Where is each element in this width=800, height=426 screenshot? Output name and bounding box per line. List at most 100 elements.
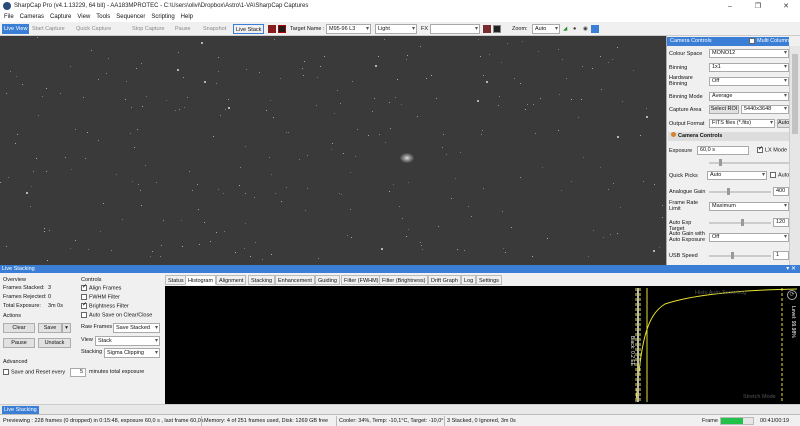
- brightness-filter-checkbox[interactable]: [81, 302, 87, 309]
- hardware-binning-select[interactable]: Off: [709, 77, 789, 86]
- auto-save-row[interactable]: Auto Save on Clear/Close: [81, 312, 152, 319]
- menu-capture[interactable]: Capture: [50, 12, 71, 22]
- image-preview[interactable]: [0, 36, 666, 265]
- fx-select[interactable]: [430, 24, 480, 34]
- fwhm-filter-checkbox[interactable]: [81, 294, 87, 300]
- tab-histogram[interactable]: Histogram: [185, 275, 217, 285]
- overlay-icon[interactable]: [493, 25, 501, 33]
- maximize-button[interactable]: ❐: [744, 0, 772, 12]
- analogue-gain-slider[interactable]: [709, 191, 771, 193]
- align-frames-checkbox[interactable]: [81, 284, 87, 291]
- live-view-button[interactable]: Live View: [2, 24, 30, 34]
- tab-settings[interactable]: Settings: [476, 275, 502, 285]
- clear-button[interactable]: Clear: [3, 323, 35, 333]
- close-button[interactable]: ✕: [772, 0, 800, 12]
- tab-alignment[interactable]: Alignment: [216, 275, 247, 285]
- brightness-filter-row[interactable]: Brightness Filter: [81, 302, 129, 310]
- quick-capture-button[interactable]: Quick Capture: [74, 24, 113, 34]
- histogram-tool-icon[interactable]: ◢: [563, 24, 567, 34]
- filter-select[interactable]: Light: [375, 24, 417, 34]
- snapshot-button[interactable]: Snapshot: [201, 24, 228, 34]
- tab-filter-fwhm[interactable]: Filter (FWHM): [341, 275, 382, 285]
- capture-area-select[interactable]: 5440x3648: [741, 105, 789, 114]
- auto-exp-input[interactable]: 120: [773, 218, 789, 227]
- exposure-slider-handle[interactable]: [719, 159, 722, 166]
- quick-picks-select[interactable]: Auto: [707, 171, 767, 180]
- multi-column-checkbox[interactable]: [749, 37, 755, 44]
- lx-mode-checkbox[interactable]: [757, 146, 763, 153]
- live-stacking-bottom-tab[interactable]: Live Stacking: [2, 406, 39, 414]
- tab-filter-brightness[interactable]: Filter (Brightness): [379, 275, 429, 285]
- tab-enhancement[interactable]: Enhancement: [275, 275, 315, 285]
- menu-cameras[interactable]: Cameras: [20, 12, 44, 22]
- lx-mode-toggle[interactable]: LX Mode: [757, 146, 787, 154]
- panel-close-icon[interactable]: ▾ ✕: [786, 265, 796, 273]
- save-dropdown-button[interactable]: ▾: [62, 323, 71, 333]
- camera-controls-subheader[interactable]: Camera Controls: [668, 132, 789, 141]
- align-frames-row[interactable]: Align Frames: [81, 284, 121, 292]
- usb-speed-handle[interactable]: [731, 252, 734, 259]
- binning-select[interactable]: 1x1: [709, 63, 789, 72]
- view-select[interactable]: Stack: [95, 336, 160, 346]
- stop-capture-button[interactable]: Stop Capture: [130, 24, 166, 34]
- target-tool-icon[interactable]: ◉: [583, 24, 588, 34]
- select-roi-button[interactable]: Select ROI: [709, 105, 739, 114]
- star: [593, 230, 594, 231]
- record-icon[interactable]: [268, 25, 276, 33]
- usb-speed-input[interactable]: 1: [773, 251, 789, 260]
- menu-scripting[interactable]: Scripting: [151, 12, 174, 22]
- histogram-view[interactable]: Histo Auto Zoom Log Black: 0.2 EE Level:…: [165, 286, 800, 404]
- frame-rate-select[interactable]: Maximum: [709, 202, 789, 211]
- menu-file[interactable]: File: [4, 12, 14, 22]
- focus-tool-icon[interactable]: [591, 25, 599, 33]
- histogram-toolbar[interactable]: Histo Auto Zoom Log: [695, 290, 746, 296]
- raw-frames-select[interactable]: Save Stacked: [113, 323, 160, 333]
- auto-exp-slider[interactable]: [709, 222, 771, 224]
- auto-exp-handle[interactable]: [741, 219, 744, 226]
- zoom-tool-icon[interactable]: ●: [573, 24, 576, 34]
- analogue-gain-input[interactable]: 400: [773, 187, 789, 196]
- live-stack-button[interactable]: Live Stack: [233, 24, 265, 34]
- menu-view[interactable]: View: [77, 12, 90, 22]
- save-reset-input[interactable]: 5: [70, 368, 86, 377]
- binning-mode-select[interactable]: Average: [709, 92, 789, 101]
- save-button[interactable]: Save: [38, 323, 62, 333]
- refresh-icon[interactable]: ⟳: [787, 290, 797, 300]
- target-name-input[interactable]: M95-96 L3: [326, 24, 371, 34]
- menu-sequencer[interactable]: Sequencer: [116, 12, 145, 22]
- quick-picks-auto-toggle[interactable]: Auto: [770, 172, 789, 179]
- panel-scrollbar[interactable]: [789, 46, 800, 265]
- save-reset-checkbox[interactable]: [3, 369, 9, 375]
- tab-drift-graph[interactable]: Drift Graph: [428, 275, 461, 285]
- color-icon[interactable]: [278, 25, 286, 33]
- zoom-select[interactable]: Auto: [532, 24, 560, 34]
- auto-gain-select[interactable]: Off: [709, 233, 789, 242]
- multi-column-toggle[interactable]: Multi Column: [749, 37, 789, 46]
- analogue-gain-handle[interactable]: [727, 188, 730, 195]
- auto-save-checkbox[interactable]: [81, 312, 87, 318]
- pause-stack-button[interactable]: Pause: [3, 338, 35, 348]
- star: [46, 88, 47, 89]
- fwhm-filter-row[interactable]: FWHM Filter: [81, 294, 120, 301]
- star: [37, 37, 38, 38]
- usb-speed-slider[interactable]: [709, 255, 771, 257]
- tab-status[interactable]: Status: [165, 275, 187, 285]
- fx-icon[interactable]: [483, 25, 491, 33]
- stacking-select[interactable]: Sigma Clipping: [104, 348, 160, 358]
- unstack-button[interactable]: Unstack: [38, 338, 71, 348]
- pause-button[interactable]: Pause: [173, 24, 193, 34]
- panel-scrollbar-thumb[interactable]: [792, 54, 798, 134]
- menu-tools[interactable]: Tools: [96, 12, 110, 22]
- menu-help[interactable]: Help: [181, 12, 193, 22]
- quick-picks-auto-checkbox[interactable]: [770, 172, 776, 178]
- tab-guiding[interactable]: Guiding: [315, 275, 340, 285]
- exposure-input[interactable]: 60,0 s: [697, 146, 749, 155]
- minimize-button[interactable]: –: [716, 0, 744, 12]
- output-format-select[interactable]: FITS files (*.fits): [709, 119, 775, 128]
- star: [446, 154, 447, 155]
- tab-log[interactable]: Log: [461, 275, 477, 285]
- start-capture-button[interactable]: Start Capture: [30, 24, 67, 34]
- colour-space-select[interactable]: MONO12: [709, 49, 789, 58]
- stretch-mode-label[interactable]: Stretch Mode: [743, 394, 776, 400]
- tab-stacking[interactable]: Stacking: [248, 275, 276, 285]
